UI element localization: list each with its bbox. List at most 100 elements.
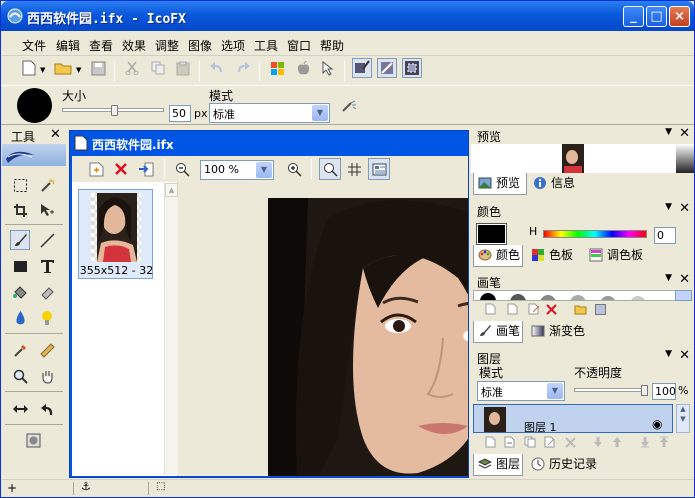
close-button[interactable]: × [669, 6, 690, 27]
delete-brush-icon[interactable] [544, 302, 558, 316]
brush-presets[interactable] [473, 290, 689, 301]
blur-drop-icon[interactable] [10, 308, 30, 328]
windows-logo-icon[interactable] [267, 58, 287, 78]
paste-icon[interactable] [173, 58, 193, 78]
new-image-icon[interactable] [86, 159, 106, 179]
new-layer-icon[interactable] [483, 435, 497, 449]
mode-select[interactable]: 标准 ▼ [209, 103, 330, 123]
tab-palette[interactable]: 调色板 [585, 245, 649, 267]
tab-gradients[interactable]: 渐变色 [527, 321, 593, 343]
layer-row[interactable]: 图层 1 ◉ [473, 404, 673, 433]
canvas-area[interactable] [178, 182, 468, 476]
reset-colors-icon[interactable] [37, 399, 57, 419]
menu-view[interactable]: 查看 [89, 37, 113, 54]
line-tool-icon[interactable] [37, 230, 57, 250]
copy-brush-icon[interactable] [505, 302, 519, 316]
move-icon[interactable] [37, 200, 57, 220]
scroll-up-icon[interactable]: ▲ [165, 183, 178, 197]
tab-color[interactable]: 颜色 [473, 245, 523, 267]
import-image-icon[interactable] [136, 159, 156, 179]
layers-scrollbar[interactable]: ▲ ▼ [676, 404, 690, 433]
move-layer-up-icon[interactable] [610, 435, 624, 449]
scroll-up-icon[interactable]: ▲ [677, 405, 689, 413]
zoom-select[interactable]: 100 % ▼ [200, 160, 274, 180]
marquee-select-icon[interactable] [10, 175, 30, 195]
ruler-icon[interactable] [37, 340, 57, 360]
eye-icon[interactable]: ◉ [652, 417, 662, 431]
menu-effects[interactable]: 效果 [122, 37, 146, 54]
close-icon[interactable]: ✕ [679, 348, 690, 363]
opacity-input[interactable]: 100 [652, 383, 676, 400]
current-color-swatch[interactable] [476, 223, 507, 245]
maximize-button[interactable]: □ [646, 6, 667, 27]
opacity-slider[interactable] [574, 385, 648, 396]
paint-bucket-icon[interactable] [10, 282, 30, 302]
magic-wand-icon[interactable] [37, 175, 57, 195]
brush-presets-scrollbar[interactable] [675, 290, 692, 301]
new-file-icon[interactable] [19, 58, 39, 78]
scroll-down-icon[interactable]: ▼ [677, 415, 689, 423]
chevron-down-icon[interactable]: ▼ [40, 66, 45, 74]
hand-icon[interactable] [37, 366, 57, 386]
hue-input[interactable]: 0 [654, 227, 676, 244]
menu-file[interactable]: 文件 [22, 37, 46, 54]
actual-size-icon[interactable] [319, 158, 341, 180]
opacity-slider-thumb[interactable] [641, 385, 648, 396]
menu-window[interactable]: 窗口 [287, 37, 311, 54]
extract-icon[interactable] [352, 58, 372, 78]
menu-tools[interactable]: 工具 [254, 37, 278, 54]
tab-info[interactable]: 信息 [529, 173, 579, 195]
duplicate-layer-icon[interactable] [523, 435, 537, 449]
merge-down-icon[interactable] [638, 435, 652, 449]
flatten-icon[interactable] [657, 435, 671, 449]
tab-layers[interactable]: 图层 [473, 454, 523, 476]
menu-edit[interactable]: 编辑 [56, 37, 80, 54]
menu-help[interactable]: 帮助 [320, 37, 344, 54]
grid-icon[interactable] [344, 159, 364, 179]
save-brushes-icon[interactable] [593, 302, 607, 316]
load-brushes-icon[interactable] [573, 302, 587, 316]
panel-menu-icon[interactable]: ▼ [665, 273, 672, 283]
panel-menu-icon[interactable]: ▼ [665, 349, 672, 359]
dodge-burn-icon[interactable] [37, 308, 57, 328]
edit-brush-icon[interactable] [527, 302, 541, 316]
layer-properties-icon[interactable] [543, 435, 557, 449]
mask-mode-icon[interactable] [23, 430, 43, 450]
save-icon[interactable] [88, 58, 108, 78]
close-icon[interactable]: ✕ [679, 201, 690, 216]
text-tool-icon[interactable] [37, 256, 57, 276]
apple-logo-icon[interactable] [293, 58, 313, 78]
color-picker-icon[interactable] [10, 340, 30, 360]
copy-icon[interactable] [148, 58, 168, 78]
brush-tool-icon[interactable] [10, 230, 30, 250]
rectangle-tool-icon[interactable] [10, 256, 30, 276]
menu-image[interactable]: 图像 [188, 37, 212, 54]
menu-adjust[interactable]: 调整 [155, 37, 179, 54]
airbrush-icon[interactable] [339, 96, 359, 116]
tab-brushes[interactable]: 画笔 [473, 321, 523, 343]
undo-icon[interactable] [207, 58, 227, 78]
redo-icon[interactable] [233, 58, 253, 78]
zoom-icon[interactable] [10, 366, 30, 386]
zoom-out-icon[interactable] [172, 159, 192, 179]
swap-colors-icon[interactable] [10, 399, 30, 419]
open-folder-icon[interactable] [53, 58, 73, 78]
thumbnail-scrollbar[interactable]: ▲ [164, 183, 178, 475]
move-layer-down-icon[interactable] [591, 435, 605, 449]
crop-icon[interactable] [10, 200, 30, 220]
batch-icon[interactable] [377, 58, 397, 78]
thumbnail-view-icon[interactable] [368, 158, 390, 180]
layer-mode-select[interactable]: 标准 ▼ [477, 381, 565, 401]
tab-swatches[interactable]: 色板 [527, 245, 579, 267]
size-slider-thumb[interactable] [111, 105, 118, 116]
panel-menu-icon[interactable]: ▼ [665, 202, 672, 212]
close-icon[interactable]: ✕ [679, 126, 690, 141]
delete-image-icon[interactable] [111, 159, 131, 179]
image-thumbnail[interactable]: 355x512 - 32 [78, 189, 153, 279]
resource-icon[interactable] [402, 58, 422, 78]
delete-layer-icon[interactable] [563, 435, 577, 449]
size-input[interactable]: 50 [169, 105, 191, 122]
eraser-icon[interactable] [37, 282, 57, 302]
close-icon[interactable]: ✕ [679, 272, 690, 287]
zoom-in-icon[interactable] [284, 159, 304, 179]
